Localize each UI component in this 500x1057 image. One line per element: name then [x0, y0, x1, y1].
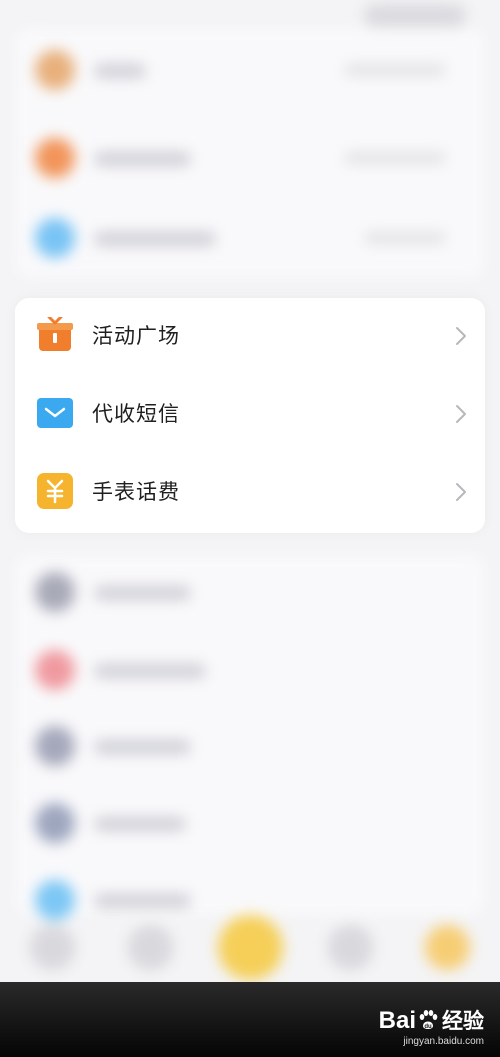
blurred-row: [0, 716, 500, 776]
chevron-right-icon: [455, 404, 467, 424]
envelope-icon: [37, 395, 73, 431]
blurred-tab: [30, 925, 75, 970]
watermark-logo: Bai du 经验: [379, 1008, 484, 1034]
menu-item-label: 代收短信: [92, 402, 180, 426]
blurred-row: [0, 40, 500, 100]
blurred-row: [0, 128, 500, 188]
menu-item-label: 手表话费: [92, 480, 180, 504]
blurred-row: [0, 793, 500, 853]
blurred-tab: [425, 925, 470, 970]
watermark-url: jingyan.baidu.com: [403, 1036, 484, 1047]
blurred-tab: [328, 925, 373, 970]
menu-item-activity-plaza[interactable]: 活动广场: [15, 298, 485, 376]
chevron-right-icon: [455, 326, 467, 346]
watermark-brand-right: 经验: [442, 1009, 484, 1033]
menu-item-label: 活动广场: [92, 324, 180, 348]
menu-item-proxy-sms[interactable]: 代收短信: [15, 376, 485, 454]
blurred-row: [0, 208, 500, 268]
chevron-right-icon: [455, 482, 467, 502]
baidu-jingyan-watermark: Bai du 经验 jingyan.baidu.com: [379, 1008, 484, 1048]
blurred-row: [0, 562, 500, 622]
yuan-icon: [37, 473, 73, 509]
blurred-tab: [128, 925, 173, 970]
blurred-row: [0, 640, 500, 700]
paw-icon: du: [417, 1009, 439, 1031]
bottom-bar: Bai du 经验 jingyan.baidu.com: [0, 982, 500, 1057]
watermark-brand-left: Bai: [378, 1007, 416, 1034]
svg-text:du: du: [424, 1024, 432, 1030]
blurred-top-element: [365, 5, 465, 27]
gift-box-icon: [37, 315, 73, 353]
blurred-tab: [218, 915, 283, 980]
menu-card: 活动广场 代收短信 手表话费: [15, 298, 485, 533]
menu-item-watch-phone-bill[interactable]: 手表话费: [15, 454, 485, 532]
